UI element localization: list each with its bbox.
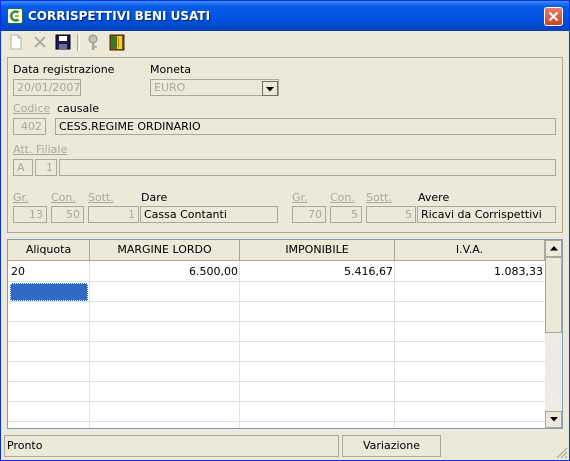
data-grid[interactable]: Aliquota MARGINE LORDO IMPONIBILE I.V.A.…	[7, 239, 563, 429]
column-header-margine-lordo[interactable]: MARGINE LORDO	[90, 240, 240, 261]
delete-icon[interactable]	[31, 33, 49, 51]
resize-grip-icon[interactable]	[554, 445, 568, 459]
avere-description-field[interactable]: Ricavi da Corrispettivi	[417, 206, 556, 223]
dare-con-label: Con.	[51, 191, 76, 204]
dare-con-field[interactable]: 50	[51, 206, 84, 223]
avere-con-label: Con.	[330, 191, 355, 204]
codice-label: Codice	[13, 102, 51, 115]
selected-new-row-cell[interactable]	[10, 283, 88, 301]
cell-imponibile[interactable]: 5.416,67	[242, 262, 393, 281]
data-registrazione-field[interactable]: 20/01/2007	[13, 79, 81, 96]
status-bar: Pronto Variazione	[1, 434, 569, 460]
dare-gr-field[interactable]: 13	[13, 206, 47, 223]
exit-door-icon[interactable]	[108, 33, 126, 51]
data-registrazione-label: Data registrazione	[13, 63, 115, 76]
filiale-field[interactable]: 1	[35, 159, 57, 176]
dare-description-field[interactable]: Cassa Contanti	[140, 206, 278, 223]
dare-label: Dare	[141, 191, 168, 204]
causale-field[interactable]: CESS.REGIME ORDINARIO	[55, 118, 556, 135]
avere-sott-field[interactable]: 5	[366, 206, 416, 223]
cell-aliquota[interactable]: 20	[11, 262, 87, 281]
save-icon[interactable]	[54, 33, 72, 51]
toolbar-separator	[77, 34, 80, 51]
title-bar[interactable]: CORRISPETTIVI BENI USATI	[1, 1, 569, 31]
column-header-aliquota[interactable]: Aliquota	[8, 240, 90, 261]
causale-label: causale	[57, 102, 100, 115]
cell-iva[interactable]: 1.083,33	[397, 262, 543, 281]
codice-field[interactable]: 402	[13, 118, 46, 135]
grid-line	[89, 261, 90, 428]
cell-margine-lordo[interactable]: 6.500,00	[92, 262, 238, 281]
dare-sott-label: Sott.	[88, 191, 114, 204]
avere-sott-label: Sott.	[366, 191, 392, 204]
arrow-up-icon	[550, 246, 558, 251]
moneta-dropdown-button[interactable]	[262, 81, 278, 96]
att-field[interactable]: A	[13, 159, 33, 176]
att-filiale-label: Att. Filiale	[13, 143, 68, 156]
moneta-select[interactable]: EURO	[150, 79, 279, 96]
avere-con-field[interactable]: 5	[330, 206, 362, 223]
app-logo-icon	[7, 8, 23, 24]
status-mode: Variazione	[342, 435, 441, 457]
moneta-label: Moneta	[150, 63, 192, 76]
column-header-iva[interactable]: I.V.A.	[395, 240, 545, 261]
window-title: CORRISPETTIVI BENI USATI	[28, 9, 211, 23]
vertical-scrollbar[interactable]	[545, 240, 562, 428]
scroll-up-button[interactable]	[545, 240, 562, 257]
avere-gr-label: Gr.	[292, 191, 308, 204]
dare-sott-field[interactable]: 1	[88, 206, 139, 223]
scroll-down-button[interactable]	[545, 411, 562, 428]
grid-line	[239, 261, 240, 428]
chevron-down-icon	[266, 87, 274, 92]
status-text: Pronto	[4, 435, 339, 457]
filiale-description-field[interactable]	[59, 159, 556, 176]
avere-gr-field[interactable]: 70	[292, 206, 326, 223]
grid-line	[394, 261, 395, 428]
grid-header-row: Aliquota MARGINE LORDO IMPONIBILE I.V.A.	[8, 240, 545, 261]
dare-gr-label: Gr.	[13, 191, 29, 204]
scrollbar-thumb[interactable]	[545, 257, 562, 333]
close-icon	[548, 11, 559, 22]
close-button[interactable]	[544, 7, 563, 26]
arrow-down-icon	[550, 417, 558, 422]
column-header-imponibile[interactable]: IMPONIBILE	[240, 240, 395, 261]
application-window: CORRISPETTIVI BENI USATI Data registrazi…	[0, 0, 570, 461]
avere-label: Avere	[418, 191, 450, 204]
toolbar	[1, 31, 569, 55]
new-document-icon[interactable]	[7, 33, 25, 51]
key-icon[interactable]	[85, 33, 103, 51]
